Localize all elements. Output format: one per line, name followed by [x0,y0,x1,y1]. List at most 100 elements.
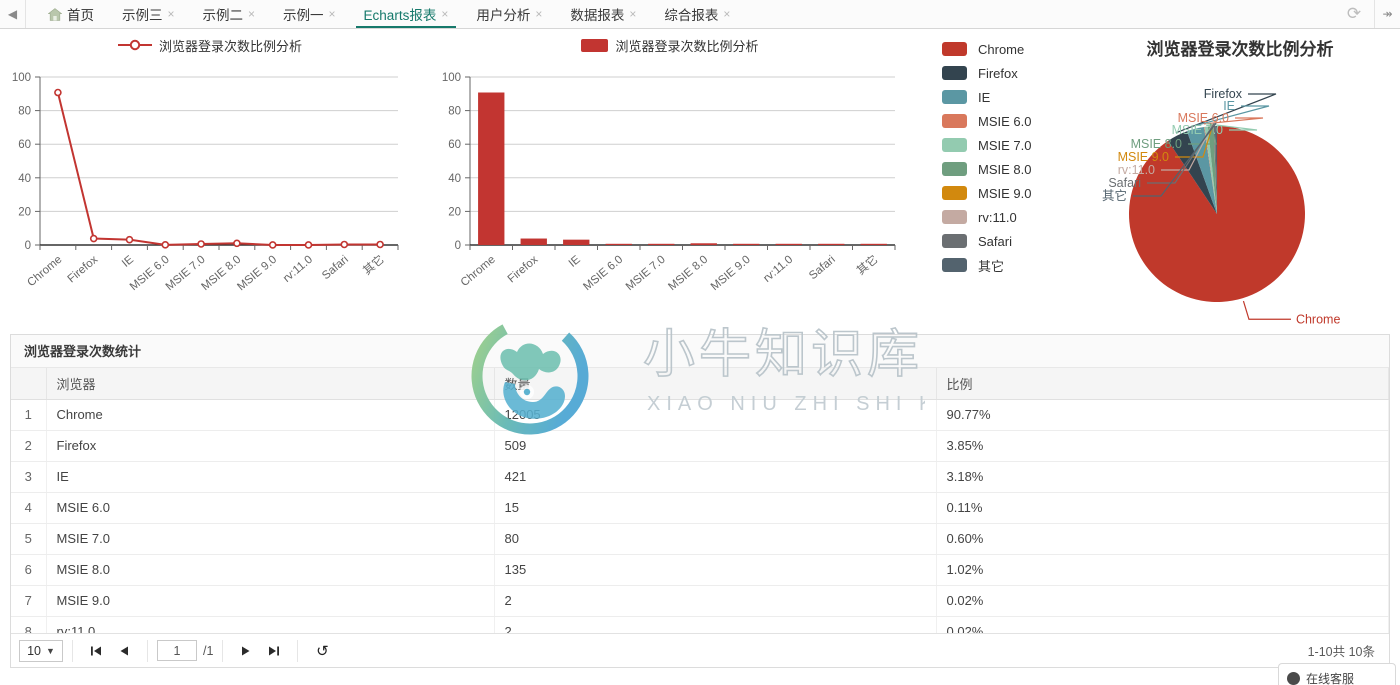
pie-legend-label: IE [978,89,991,105]
column-header-pct[interactable]: 比例 [936,368,1389,400]
divider [222,639,224,662]
last-page-button[interactable] [260,639,288,663]
table-cell-browser: MSIE 6.0 [46,492,495,524]
bar-chart-panel: 浏览器登录次数比例分析 0 20 40 60 80 100 Chrome Firefox IE M… [420,29,920,325]
home-icon [48,7,62,21]
table-row[interactable]: 4 MSIE 6.0 15 0.11% [11,492,1389,524]
table-row[interactable]: 1 Chrome 12005 90.77% [11,399,1389,431]
svg-text:Firefox: Firefox [1204,87,1243,101]
tab-data-report[interactable]: 数据报表 × [556,0,650,28]
svg-text:IE: IE [120,253,136,269]
browser-stats-table: 浏览器 数量 比例 1 Chrome 12005 90.77% 2 Firefox 509 3… [11,368,1389,634]
table-row[interactable]: 3 IE 421 3.18% [11,461,1389,493]
table-cell-rownum: 3 [11,461,47,493]
svg-text:MSIE 9.0: MSIE 9.0 [235,254,279,294]
first-page-button[interactable] [82,639,110,663]
tab-close-icon[interactable]: × [168,8,175,20]
tab-label: 示例三 [122,8,163,23]
pie-legend-item[interactable]: MSIE 9.0 [942,181,1031,205]
tab-echarts-report[interactable]: Echarts报表 × [350,0,463,28]
table-cell-rownum: 8 [11,616,47,634]
pie-legend-label: MSIE 6.0 [978,113,1032,129]
tab-close-icon[interactable]: × [723,8,730,20]
tab-shili-san[interactable]: 示例三 × [108,0,189,28]
column-header-count[interactable]: 数量 [494,368,937,400]
pie-legend-label: MSIE 7.0 [978,137,1032,153]
line-legend-marker-icon [117,39,152,51]
svg-text:其它: 其它 [854,252,881,278]
table-row[interactable]: 5 MSIE 7.0 80 0.60% [11,523,1389,555]
pie-legend-item[interactable]: Safari [942,229,1031,253]
column-header-browser[interactable]: 浏览器 [46,368,495,400]
table-cell-browser: Firefox [46,430,495,462]
tab-shili-er[interactable]: 示例二 × [189,0,270,28]
tab-close-icon[interactable]: × [629,8,636,20]
table-cell-rownum: 4 [11,492,47,524]
column-header-rownum[interactable] [11,368,47,400]
svg-text:80: 80 [448,106,461,118]
svg-text:20: 20 [448,206,461,218]
tab-home[interactable]: 首页 [34,0,108,28]
table-cell-browser: IE [46,461,495,493]
tab-scroll-left-icon[interactable]: ◀ [0,0,26,28]
tab-close-icon[interactable]: × [329,8,336,20]
svg-text:0: 0 [455,240,461,252]
pie-legend-item[interactable]: 其它 [942,253,1031,277]
legend-color-swatch [942,66,967,80]
pie-legend-item[interactable]: rv:11.0 [942,205,1031,229]
tab-close-icon[interactable]: × [248,8,255,20]
svg-text:IE: IE [567,253,583,269]
tab-close-icon[interactable]: × [535,8,542,20]
svg-text:rv:11.0: rv:11.0 [1118,163,1155,177]
page-size-value: 10 [27,643,41,658]
pie-legend-item[interactable]: Firefox [942,61,1031,85]
tab-user-analysis[interactable]: 用户分析 × [462,0,556,28]
panel-title: 浏览器登录次数统计 [11,335,1389,368]
chevron-down-icon: ▼ [45,645,55,656]
table-cell-pct: 90.77% [936,399,1389,431]
tab-bar: ◀ 首页 示例三 × 示例二 × 示例一 × Echarts报表 × 用户分析 … [0,0,1400,29]
pie-legend-item[interactable]: MSIE 7.0 [942,133,1031,157]
pie-legend-item[interactable]: MSIE 8.0 [942,157,1031,181]
table-scroll-area[interactable]: 浏览器 数量 比例 1 Chrome 12005 90.77% 2 Firefox 509 3… [11,368,1389,634]
bar-chart-legend[interactable]: 浏览器登录次数比例分析 [420,29,920,61]
table-cell-count: 12005 [494,399,937,431]
pie-legend-item[interactable]: Chrome [942,37,1031,61]
page-size-select[interactable]: 10 ▼ [19,639,63,662]
legend-color-swatch [942,258,967,272]
reload-icon[interactable]: ↺ [307,639,337,663]
svg-text:Chrome: Chrome [25,254,64,289]
line-chart-panel: 浏览器登录次数比例分析 0 20 40 60 80 100 Chrome Firefox IE M… [0,29,420,325]
pie-legend-label: MSIE 8.0 [978,161,1032,177]
svg-text:Chrome: Chrome [1296,312,1341,325]
svg-text:MSIE 6.0: MSIE 6.0 [581,254,625,294]
line-chart-legend-label: 浏览器登录次数比例分析 [158,38,302,54]
line-chart-legend[interactable]: 浏览器登录次数比例分析 [0,29,420,61]
tab-label: Echarts报表 [363,8,437,23]
svg-text:MSIE 8.0: MSIE 8.0 [666,254,710,294]
divider [297,639,299,662]
table-row[interactable]: 8 rv:11.0 2 0.02% [11,616,1389,634]
table-cell-pct: 0.02% [936,585,1389,617]
tab-comprehensive-report[interactable]: 综合报表 × [650,0,744,28]
page-total-label: /1 [203,643,214,658]
online-support-widget[interactable]: 在线客服 [1278,663,1396,685]
table-row[interactable]: 7 MSIE 9.0 2 0.02% [11,585,1389,617]
table-cell-browser: MSIE 8.0 [46,554,495,586]
tab-close-icon[interactable]: × [441,8,448,20]
pie-legend-item[interactable]: IE [942,85,1031,109]
table-row[interactable]: 2 Firefox 509 3.85% [11,430,1389,462]
next-page-button[interactable] [232,639,260,663]
table-row[interactable]: 6 MSIE 8.0 135 1.02% [11,554,1389,586]
prev-page-button[interactable] [110,639,138,663]
refresh-icon[interactable]: ⟳ [1334,0,1374,28]
legend-color-swatch [942,138,967,152]
page-number-input[interactable] [157,640,197,661]
tab-scroll-right-icon[interactable]: ↠ [1374,0,1400,28]
svg-text:Firefox: Firefox [506,253,541,285]
svg-text:MSIE 7.0: MSIE 7.0 [1172,123,1223,137]
tab-shili-yi[interactable]: 示例一 × [269,0,350,28]
pie-legend-item[interactable]: MSIE 6.0 [942,109,1031,133]
table-cell-rownum: 2 [11,430,47,462]
bar-legend-marker-icon [581,38,609,52]
